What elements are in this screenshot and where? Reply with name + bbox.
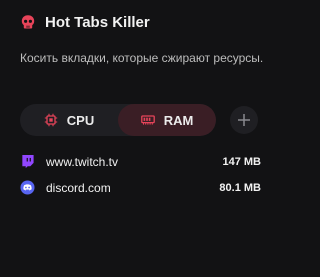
ram-memory-icon (140, 115, 155, 125)
tab-site-name: www.twitch.tv (46, 154, 119, 169)
cpu-toggle-button[interactable]: CPU (20, 104, 118, 136)
tab-row[interactable]: www.twitch.tv 147 MB (20, 153, 261, 170)
tab-list: www.twitch.tv 147 MB discord.com 80.1 MB (20, 153, 261, 205)
app-header: Hot Tabs Killer (20, 12, 150, 32)
cpu-chip-icon (44, 113, 57, 127)
skull-icon (21, 15, 35, 29)
cpu-label: CPU (66, 112, 95, 128)
ram-label: RAM (163, 112, 194, 128)
ram-toggle-button[interactable]: RAM (118, 104, 216, 136)
app-title: Hot Tabs Killer (45, 13, 150, 31)
discord-icon (20, 180, 35, 195)
tab-row[interactable]: discord.com 80.1 MB (20, 179, 261, 196)
tab-memory-size: 80.1 MB (219, 181, 261, 194)
app-description: Косить вкладки, которые сжирают ресурсы. (20, 51, 264, 65)
plus-icon (238, 114, 250, 126)
tab-memory-size: 147 MB (222, 155, 261, 168)
sort-toggle: CPU RAM (20, 104, 216, 136)
tab-site-name: discord.com (46, 180, 111, 195)
twitch-icon (22, 154, 34, 169)
sort-toggle-row: CPU RAM (20, 104, 258, 136)
add-button[interactable] (230, 106, 258, 134)
